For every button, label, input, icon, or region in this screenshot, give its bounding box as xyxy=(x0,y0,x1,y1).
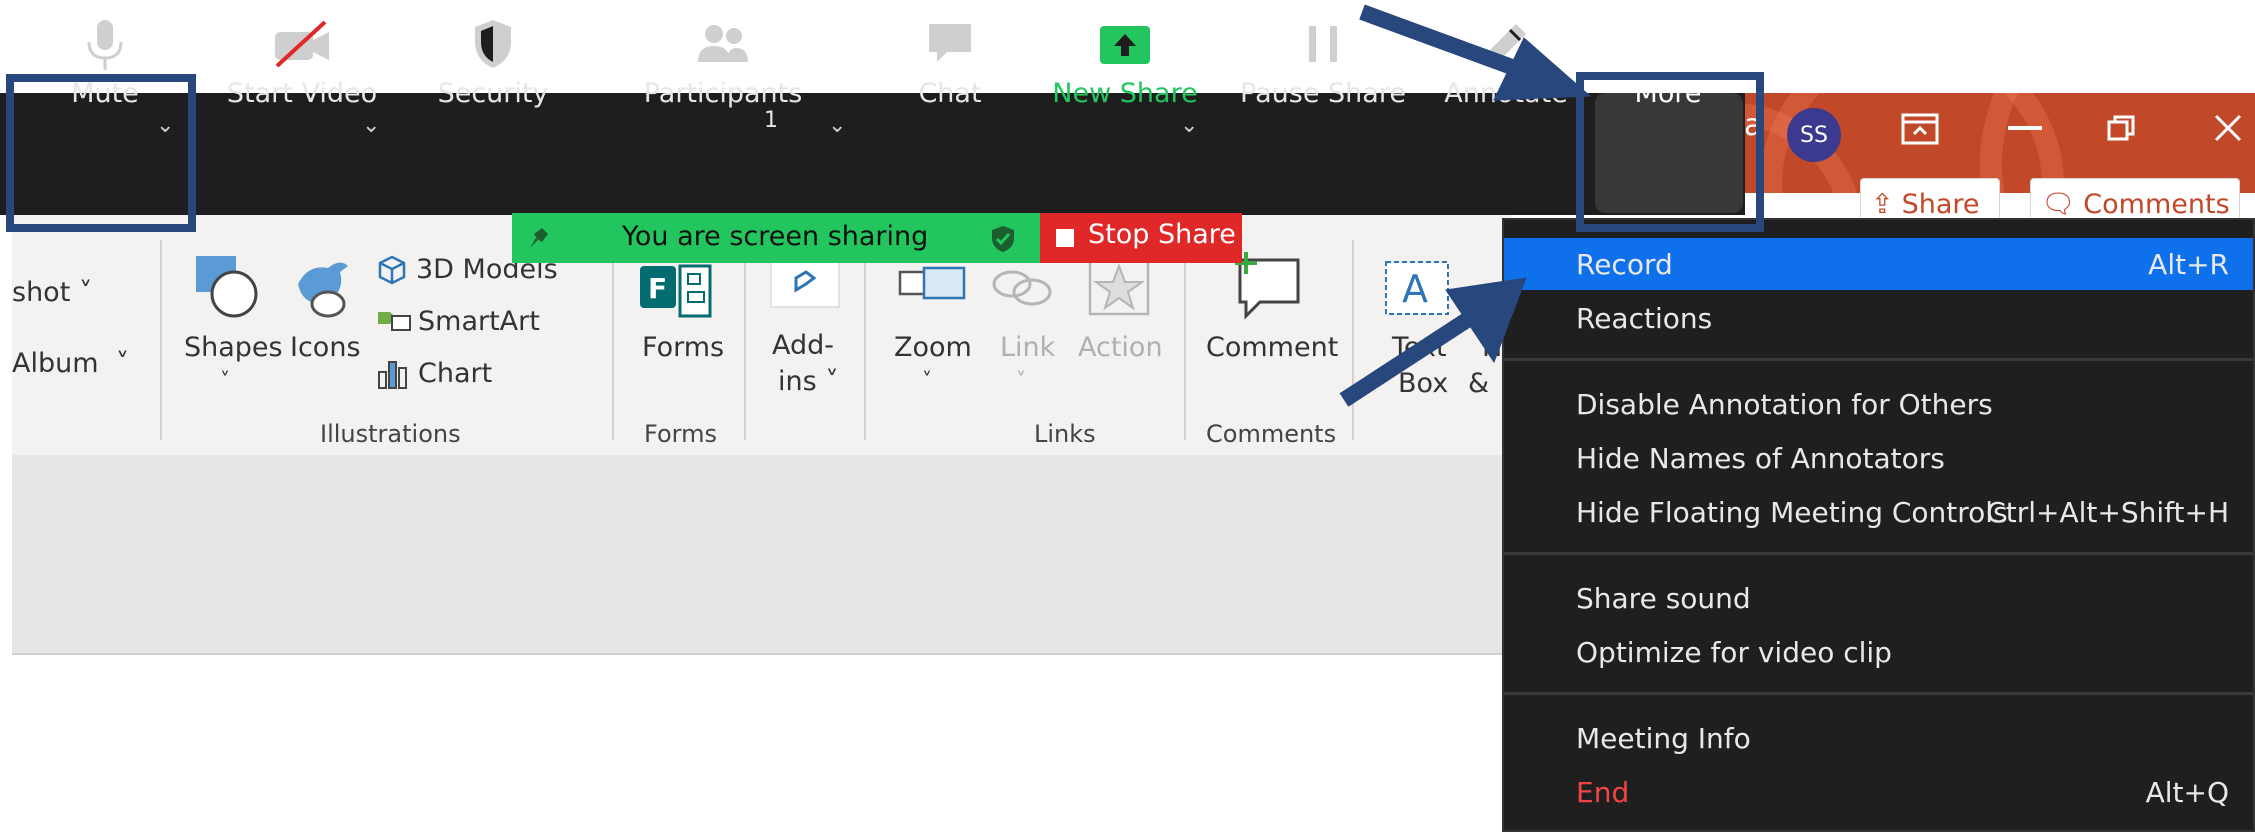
arrow-to-record-icon xyxy=(1339,311,1475,407)
annotation-arrows xyxy=(1339,4,1592,407)
arrow-to-more-icon xyxy=(1359,4,1523,78)
